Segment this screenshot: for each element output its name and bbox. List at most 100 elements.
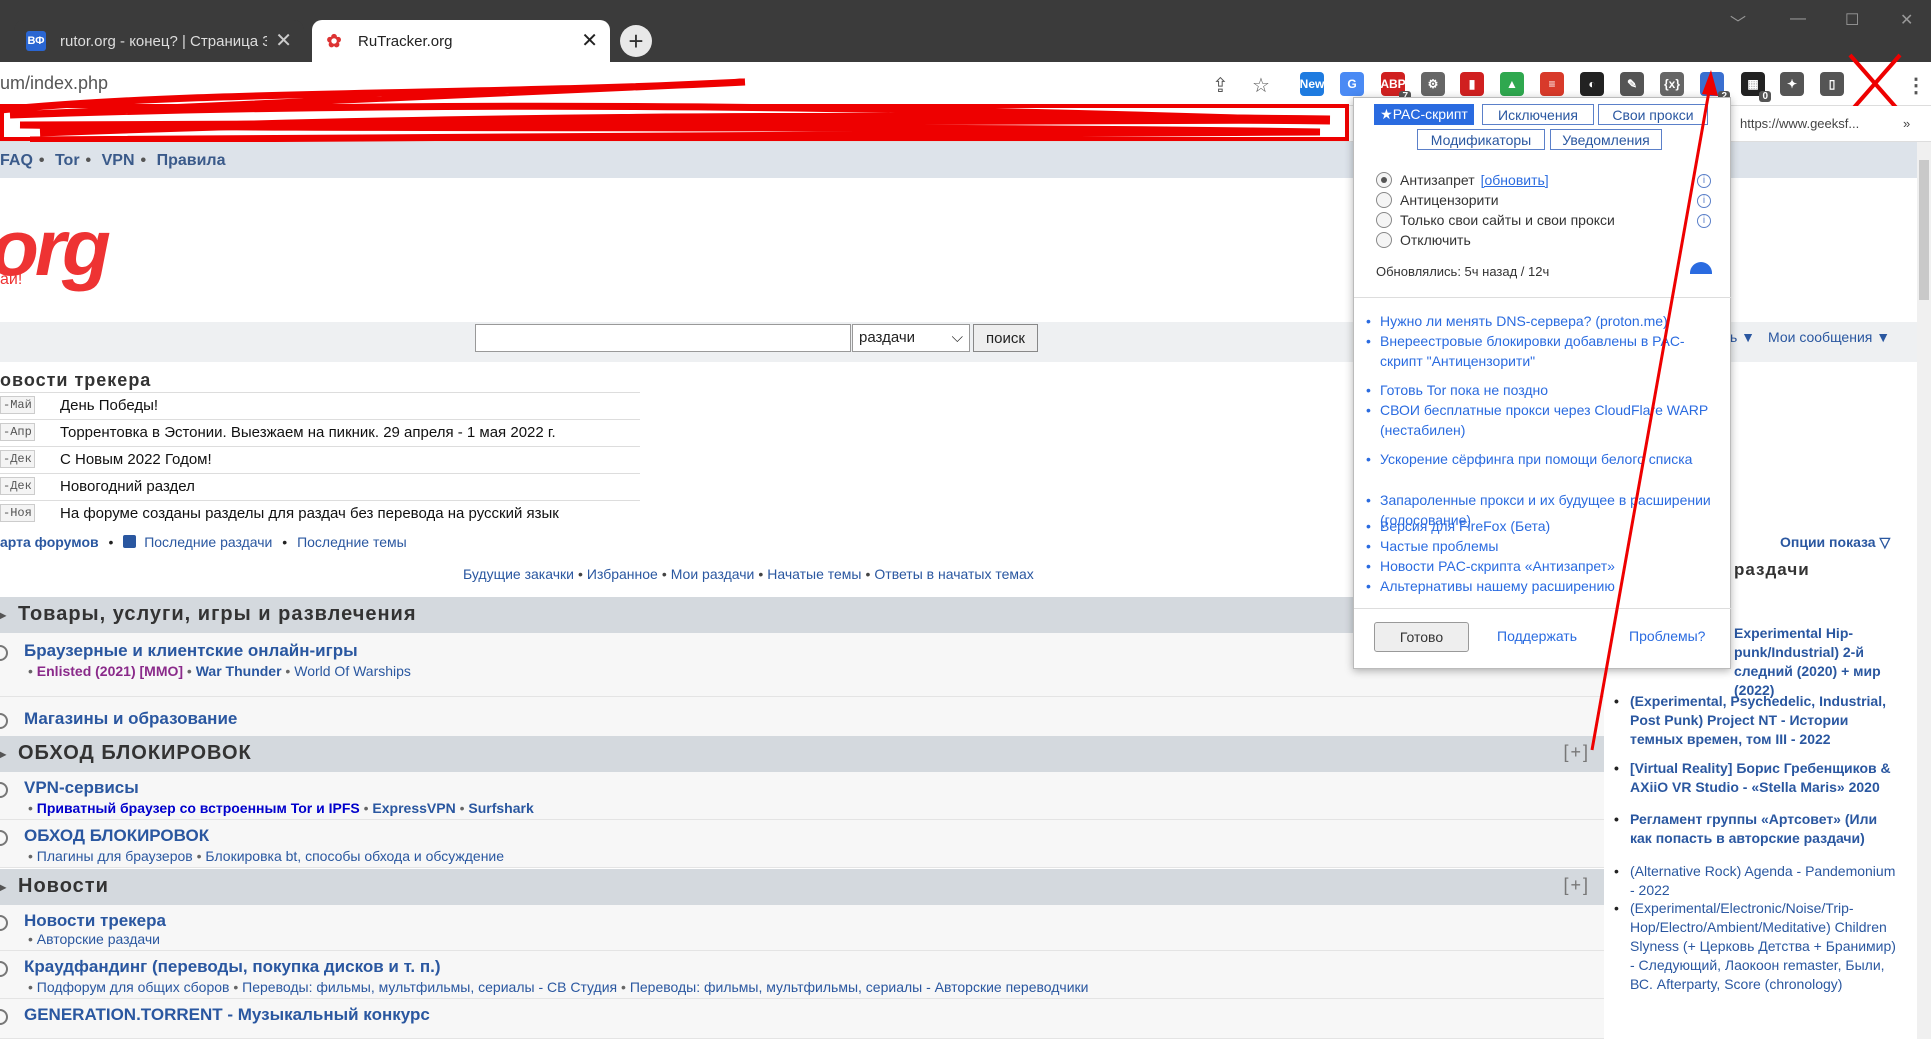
nav-tor[interactable]: Tor [55,152,80,169]
option-antizapret[interactable]: Антизапрет [обновить] [1376,172,1549,188]
sidebar-release-link[interactable]: (Alternative Rock) Agenda - Pandemonium … [1614,862,1900,900]
option-anticensority[interactable]: Антицензорити [1376,192,1499,208]
subforum-link[interactable]: Surfshark [468,800,533,816]
quick-link[interactable]: Мои раздачи [671,566,755,582]
menu-icon[interactable]: ⋮ [1906,73,1926,98]
subforum-link[interactable]: Плагины для браузеров [37,848,193,864]
separator: • [577,566,583,582]
news-link[interactable]: Торрентовка в Эстонии. Выезжаем на пикни… [60,424,556,441]
news-date: -Апр [0,423,35,441]
close-window-icon[interactable]: ✕ [1900,10,1913,30]
display-options-link[interactable]: Опции показа ▽ [1780,534,1890,551]
sidepanel-ext-icon[interactable]: ▯ [1820,72,1844,96]
user-menu-link[interactable]: ь ▼ [1730,329,1755,345]
bookmarks-more-icon[interactable]: » [1903,116,1910,131]
forum-title-link[interactable]: Новости трекера [24,911,166,931]
close-icon[interactable]: ✕ [275,31,292,51]
news-row: -Апр Торрентовка в Эстонии. Выезжаем на п… [0,419,640,446]
latest-releases-link[interactable]: Последние раздачи [144,534,272,550]
separator: • [28,800,37,816]
red-arrow-annotation [1590,70,1718,751]
close-icon[interactable]: ✕ [581,31,598,51]
maximize-icon[interactable]: ☐ [1845,10,1859,30]
subforum-link[interactable]: ExpressVPN [372,800,455,816]
category-header[interactable]: ▸ ОБХОД БЛОКИРОВОК [+] [0,736,1604,772]
sidebar-release-link[interactable]: [Virtual Reality] Борис Гребенщиков & AX… [1614,759,1900,797]
puzzle-ext-icon[interactable]: ✦ [1780,72,1804,96]
separator: • [661,566,667,582]
radio-antizapret[interactable] [1376,172,1392,188]
subforum-link[interactable]: Блокировка bt, способы обхода и обсужден… [205,848,504,864]
news-link[interactable]: Новогодний раздел [60,478,195,495]
collapse-icon[interactable]: ▸ [0,880,7,894]
quick-link[interactable]: Избранное [587,566,658,582]
sidebar-release-link[interactable]: (Experimental/Electronic/Noise/Trip-Hop/… [1614,899,1900,994]
quick-link[interactable]: Начатые темы [767,566,861,582]
forum-title-link[interactable]: Краудфандинг (переводы, покупка дисков и… [24,957,441,977]
news-link[interactable]: День Победы! [60,397,158,414]
nav-faq[interactable]: FAQ [0,152,33,169]
category-title[interactable]: Новости [18,875,109,897]
update-link[interactable]: [обновить] [1481,172,1549,188]
search-button[interactable]: поиск [973,324,1038,352]
tab-exceptions[interactable]: Исключения [1482,104,1594,125]
sidebar-release-link[interactable]: Experimental Hip-punk/Industrial) 2-й сл… [1718,624,1904,700]
nav-vpn[interactable]: VPN [102,152,135,169]
expand-toggle[interactable]: [+] [1563,875,1590,896]
subforum-link[interactable]: Enlisted (2021) [MMO] [37,663,183,679]
scrollbar-thumb[interactable] [1919,160,1929,300]
layers-ext-icon[interactable]: ≡ [1540,72,1564,96]
subforum-link[interactable]: Авторские раздачи [37,931,160,947]
collapse-icon[interactable]: ▸ [0,608,7,622]
search-input[interactable] [475,324,851,352]
tab-rutracker[interactable]: ✿ RuTracker.org ✕ [312,20,610,62]
drive-ext-icon[interactable]: ▲ [1500,72,1524,96]
tab-pac-script[interactable]: ★PAC-скрипт [1374,104,1474,125]
forum-map-link[interactable]: арта форумов [0,534,99,550]
news-link[interactable]: На форуме созданы разделы для раздач без… [60,505,559,522]
minimize-window-icon[interactable]: — [1790,10,1806,28]
adblock-ext-icon[interactable]: ABP7 [1380,72,1411,102]
minimize-icon[interactable]: ﹀ [1730,10,1746,34]
my-messages-link[interactable]: Мои сообщения ▼ [1768,329,1890,345]
forum-title-link[interactable]: Браузерные и клиентские онлайн-игры [24,641,358,661]
subforum-link[interactable]: Переводы: фильмы, мультфильмы, сериалы -… [242,979,617,995]
quick-link[interactable]: Ответы в начатых темах [874,566,1033,582]
latest-topics-link[interactable]: Последние темы [297,534,407,550]
collapse-icon[interactable]: ▸ [0,747,7,761]
forum-title-link[interactable]: VPN-сервисы [24,778,139,798]
globe-ext-icon[interactable]: ⚙ [1421,72,1445,96]
category-title[interactable]: Товары, услуги, игры и развлечения [18,603,417,625]
category-title[interactable]: ОБХОД БЛОКИРОВОК [18,742,252,764]
subforum-link[interactable]: World Of Warships [294,663,411,679]
forum-title-link[interactable]: GENERATION.TORRENT - Музыкальный конкурс [24,1005,430,1025]
update-status: Обновлялись: 5ч назад / 12ч [1376,264,1550,279]
bookmark-ext-icon[interactable]: ▮ [1460,72,1484,96]
subforum-link[interactable]: Приватный браузер со встроенным Tor и IP… [37,800,360,816]
sidebar-release-link[interactable]: Регламент группы «Артсовет» (Или как поп… [1614,810,1900,848]
subforum-link[interactable]: Подфорум для общих сборов [37,979,230,995]
support-link[interactable]: Поддержать [1497,628,1577,644]
news-row: -Май День Победы! [0,392,640,419]
search-scope-select[interactable]: раздачи ⌵ [852,324,970,352]
forum-title-link[interactable]: Магазины и образование [24,709,237,729]
quick-link[interactable]: Будущие закачки [463,566,574,582]
dark-ext-icon[interactable]: ▦ 0 [1741,72,1771,102]
radio-own-sites[interactable] [1376,212,1392,228]
radio-anticensority[interactable] [1376,192,1392,208]
done-button[interactable]: Готово [1374,622,1469,652]
news-link[interactable]: С Новым 2022 Годом! [60,451,212,468]
forum-links: арта форумов • Последние раздачи • После… [0,534,407,550]
option-disable[interactable]: Отключить [1376,232,1471,248]
option-label: Антицензорити [1400,192,1499,208]
tab-rutor[interactable]: ВФ rutor.org - конец? | Страница 3 | ✕ [14,20,304,62]
new-tab-button[interactable]: + [620,25,652,57]
tab-modifiers[interactable]: Модификаторы [1417,129,1545,150]
bookmark-item[interactable]: https://www.geeksf... [1740,116,1859,131]
subforum-link[interactable]: War Thunder [196,663,282,679]
subforum-link[interactable]: Переводы: фильмы, мультфильмы, сериалы -… [630,979,1089,995]
radio-disable[interactable] [1376,232,1392,248]
nav-rules[interactable]: Правила [157,152,226,169]
category-header[interactable]: ▸ Новости [+] [0,869,1604,905]
forum-title-link[interactable]: ОБХОД БЛОКИРОВОК [24,826,209,846]
